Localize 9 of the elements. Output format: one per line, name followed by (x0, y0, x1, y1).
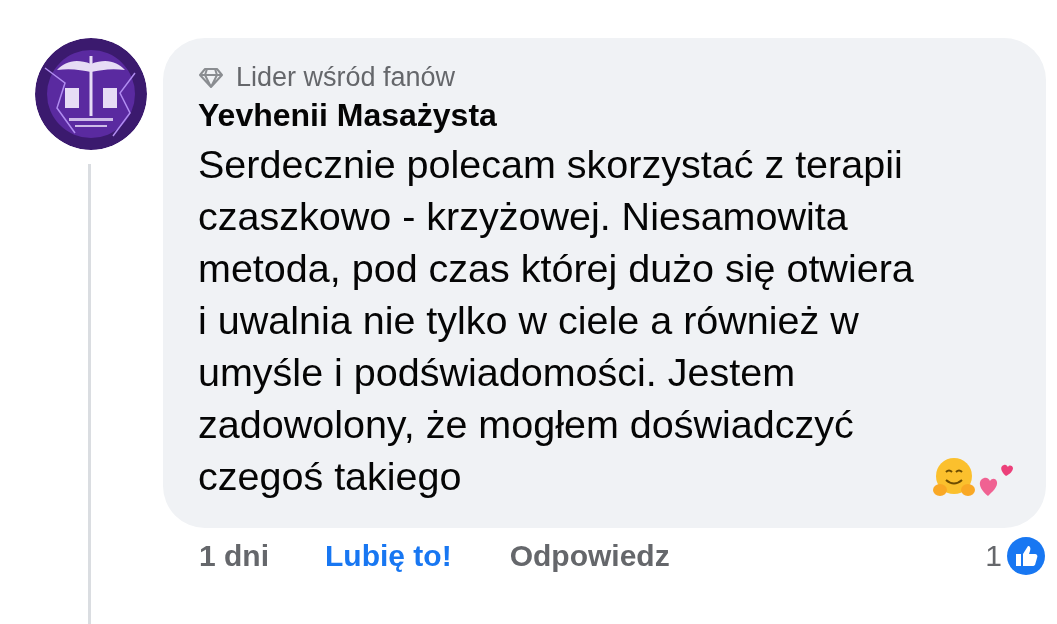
reaction-count: 1 (985, 539, 1002, 573)
comment-time: 1 dni (199, 539, 269, 573)
diamond-icon (198, 66, 224, 89)
like-reaction-icon (1006, 536, 1046, 576)
like-button[interactable]: Lubię to! (325, 539, 452, 573)
comment-text: Serdecznie polecam skorzystać z terapii czaszkowo - krzyżowej. Niesamowita metoda, pod czas której dużo się otwiera i uwalnia nie tylko w ciele a również w umyśle i podświadomości. Jestem zadowolony, że mogłem doświadczyć czegoś takiego (198, 141, 915, 500)
fan-badge-label: Lider wśród fanów (236, 62, 456, 93)
reply-button[interactable]: Odpowiedz (509, 539, 670, 573)
author-name[interactable]: Yevhenii Masażysta (198, 97, 1016, 134)
